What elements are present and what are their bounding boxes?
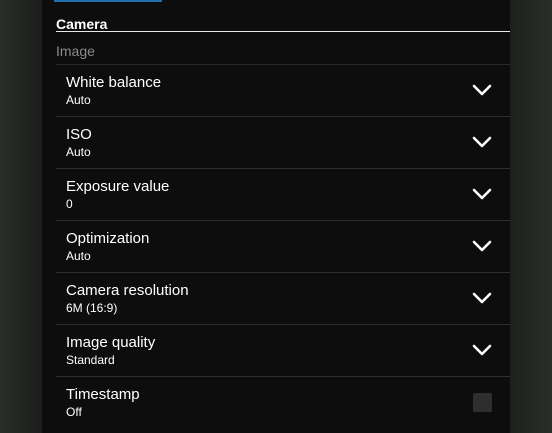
setting-camera-resolution[interactable]: Camera resolution 6M (16:9) <box>56 273 510 325</box>
timestamp-checkbox[interactable] <box>473 393 492 412</box>
setting-label: Exposure value <box>66 178 170 195</box>
setting-iso[interactable]: ISO Auto <box>56 117 510 169</box>
setting-value: 6M (16:9) <box>66 301 118 315</box>
setting-value: Auto <box>66 145 91 159</box>
chevron-down-icon[interactable] <box>472 83 492 97</box>
background-left <box>0 0 42 433</box>
chevron-down-icon[interactable] <box>472 187 492 201</box>
setting-value: Standard <box>66 353 115 367</box>
section-title: Image <box>56 43 95 59</box>
setting-label: Timestamp <box>66 386 140 403</box>
setting-label: White balance <box>66 74 162 91</box>
chevron-down-icon[interactable] <box>472 291 492 305</box>
settings-panel: Camera Image White balance Auto ISO Auto… <box>42 0 510 433</box>
setting-image-quality[interactable]: Image quality Standard <box>56 325 510 377</box>
setting-label: Camera resolution <box>66 282 189 299</box>
background-right <box>510 0 552 433</box>
setting-label: ISO <box>66 126 92 143</box>
settings-list: White balance Auto ISO Auto Exposure val… <box>56 65 510 428</box>
setting-label: Image quality <box>66 334 156 351</box>
setting-value: Auto <box>66 249 91 263</box>
tab-camera[interactable]: Camera <box>56 16 107 32</box>
setting-label: Optimization <box>66 230 150 247</box>
setting-value: Auto <box>66 93 91 107</box>
chevron-down-icon[interactable] <box>472 239 492 253</box>
setting-value: 0 <box>66 197 73 211</box>
chevron-down-icon[interactable] <box>472 135 492 149</box>
tab-header: Camera <box>56 16 510 36</box>
top-accent-bar <box>54 0 162 2</box>
setting-white-balance[interactable]: White balance Auto <box>56 65 510 117</box>
setting-timestamp[interactable]: Timestamp Off <box>56 377 510 428</box>
setting-optimization[interactable]: Optimization Auto <box>56 221 510 273</box>
setting-value: Off <box>66 405 82 419</box>
tab-underline <box>56 31 510 32</box>
chevron-down-icon[interactable] <box>472 343 492 357</box>
setting-exposure-value[interactable]: Exposure value 0 <box>56 169 510 221</box>
